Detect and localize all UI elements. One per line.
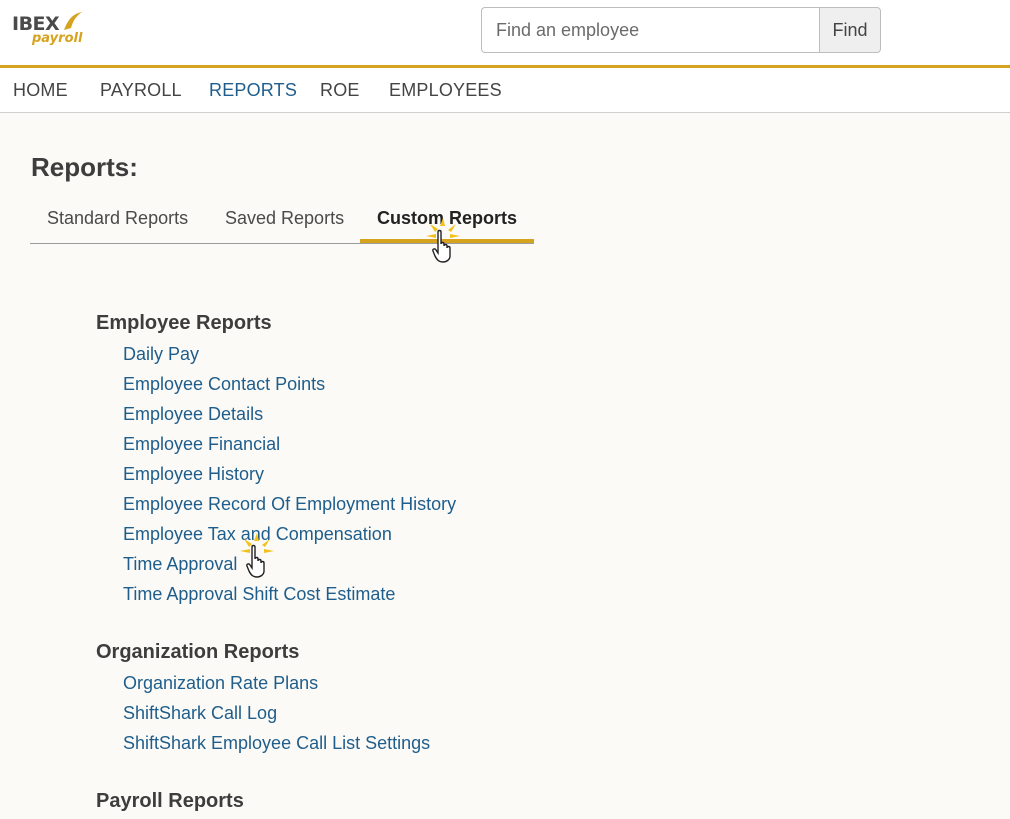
section-title-payroll-reports: Payroll Reports (96, 790, 244, 812)
logo-product: payroll (32, 31, 83, 46)
ibex-horn-icon (64, 12, 82, 30)
ibex-payroll-logo[interactable]: IBEX payroll (12, 10, 84, 50)
tab-saved-reports[interactable]: Saved Reports (225, 208, 344, 229)
link-organization-rate-plans[interactable]: Organization Rate Plans (123, 673, 318, 694)
top-header: IBEX payroll Find (0, 0, 1010, 68)
link-employee-roe-history[interactable]: Employee Record Of Employment History (123, 494, 456, 515)
tab-standard-reports[interactable]: Standard Reports (47, 208, 188, 229)
find-button[interactable]: Find (819, 7, 881, 53)
link-employee-history[interactable]: Employee History (123, 464, 264, 485)
main-nav: HOME PAYROLL REPORTS ROE EMPLOYEES (0, 68, 1010, 113)
section-title-employee-reports: Employee Reports (96, 312, 272, 334)
nav-reports[interactable]: REPORTS (209, 80, 297, 101)
link-shiftshark-call-list-settings[interactable]: ShiftShark Employee Call List Settings (123, 733, 430, 754)
nav-payroll[interactable]: PAYROLL (100, 80, 182, 101)
nav-home[interactable]: HOME (13, 80, 68, 101)
link-shiftshark-call-log[interactable]: ShiftShark Call Log (123, 703, 277, 724)
page-title: Reports: (31, 152, 138, 182)
employee-search: Find (481, 7, 881, 53)
link-time-approval-shift-cost[interactable]: Time Approval Shift Cost Estimate (123, 584, 395, 605)
section-title-organization-reports: Organization Reports (96, 641, 300, 663)
tab-custom-reports[interactable]: Custom Reports (377, 208, 517, 229)
nav-roe[interactable]: ROE (320, 80, 360, 101)
active-tab-indicator (360, 239, 534, 243)
link-time-approval[interactable]: Time Approval (123, 554, 237, 575)
nav-employees[interactable]: EMPLOYEES (389, 80, 502, 101)
link-daily-pay[interactable]: Daily Pay (123, 344, 199, 365)
link-employee-details[interactable]: Employee Details (123, 404, 263, 425)
search-input[interactable] (481, 7, 819, 53)
report-tabs: Standard Reports Saved Reports Custom Re… (30, 200, 534, 244)
link-employee-contact-points[interactable]: Employee Contact Points (123, 374, 325, 395)
link-employee-tax-compensation[interactable]: Employee Tax and Compensation (123, 524, 392, 545)
link-employee-financial[interactable]: Employee Financial (123, 434, 280, 455)
